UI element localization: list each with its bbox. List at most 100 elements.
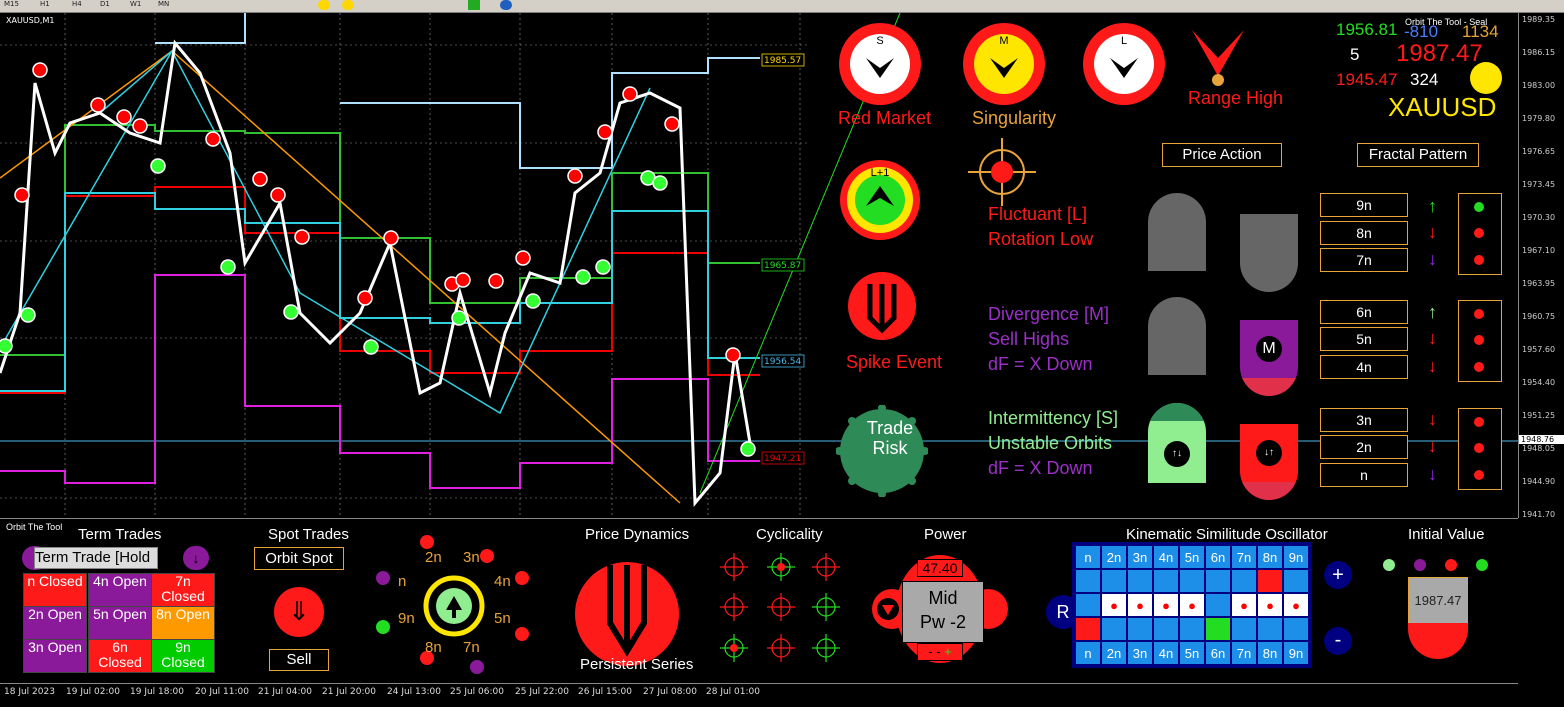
orbit-label: 5n [494,610,511,627]
time-tick: 27 Jul 08:00 [643,687,697,697]
kso-cell [1074,616,1102,642]
term-cell[interactable]: 7n Closed [151,573,215,607]
singularity-label: Singularity [972,108,1057,128]
timeframe-w1-button[interactable]: W1 [130,0,141,10]
arrow-down-icon: ↓ [1428,356,1437,376]
kso-footer-cell: n [1074,640,1102,666]
price-tick: 1941.70 [1522,510,1556,519]
kso-cell [1074,568,1102,594]
arrow-up-icon: ↑ [1428,302,1437,322]
price-tick: 1954.40 [1522,378,1556,387]
zoom-out-icon[interactable] [342,0,354,10]
kso-cell [1126,616,1154,642]
group-line: Divergence [M] [988,304,1110,324]
price-envelope-line [0,39,752,507]
time-tick: 19 Jul 18:00 [130,687,184,697]
hud-value-5: 1945.47 [1336,70,1398,89]
price-dynamics-title: Price Dynamics [585,526,690,543]
arrow-down-icon: ↓ [1428,464,1437,484]
intermittency-group: Intermittency [S] Unstable Orbits dF = X… [988,406,1118,481]
power-title: Power [924,526,967,543]
timeframe-m15-button[interactable]: M15 [4,0,19,10]
timeframe-h1-button[interactable]: H1 [40,0,50,10]
power-adjust-icon[interactable]: - - + [917,643,963,661]
hud-value-1: 1956.81 [1336,20,1398,39]
term-cell[interactable]: 6n Closed [88,639,152,673]
cyclicality-title: Cyclicality [756,526,823,543]
timeframe-mn-button[interactable]: MN [158,0,169,10]
hud-value-6: 324 [1410,70,1439,89]
orbit-dial [376,535,529,674]
kso-cell [1152,616,1180,642]
orbit-label: 7n [463,639,480,656]
timeframe-h4-button[interactable]: H4 [72,0,82,10]
arrow-down-icon: ↓ [1428,328,1437,348]
clock-icon[interactable] [500,0,512,10]
fluctuant-group: Fluctuant [L] Rotation Low [988,202,1093,252]
term-cell[interactable]: 4n Open [88,573,152,607]
orbit-label: 3n [463,549,480,566]
kso-minus-button[interactable]: - [1324,627,1352,655]
term-trade-hold-button[interactable]: Term Trade [Hold [34,547,158,569]
power-value: 47.40 [917,559,963,577]
group-line: dF = X Down [988,354,1093,374]
initial-value-box: 1987.47 [1408,577,1468,625]
indicator-panel: Orbit The Tool Term Trades Term Trade [H… [0,518,1518,684]
fractal-pattern-button[interactable]: Fractal Pattern [1357,143,1479,167]
orbit-label: 4n [494,573,511,590]
kso-dot-cell: ● [1126,592,1154,618]
term-cell[interactable]: 3n Open [23,639,87,673]
pa-shape-6: ↓↑ [1240,424,1298,500]
orbit-label: 2n [425,549,442,566]
iv-dot [1414,559,1426,571]
price-dynamics-icon [575,562,679,666]
add-indicator-icon[interactable] [468,0,480,10]
kso-cell [1282,568,1310,594]
kso-header-cell: 7n [1230,544,1258,570]
fractal-n-box: 3n [1320,408,1408,432]
term-cell[interactable]: 8n Open [151,606,215,640]
sell-button[interactable]: Sell [269,649,329,671]
kso-footer-cell: 2n [1100,640,1128,666]
pa-shape-5: ↑↓ [1148,403,1206,483]
term-cell[interactable]: 2n Open [23,606,87,640]
kso-footer-cell: 8n [1256,640,1284,666]
magenta-level-line [0,274,760,489]
zoom-in-icon[interactable] [318,0,330,10]
kso-dot-cell: ● [1152,592,1180,618]
kso-cell [1256,616,1284,642]
price-action-button[interactable]: Price Action [1162,143,1282,167]
pa-shape-1 [1148,193,1206,271]
term-cell[interactable]: 5n Open [88,606,152,640]
orbit-label: n [398,573,407,590]
pa-shape-2 [1240,214,1298,292]
kso-footer-cell: 4n [1152,640,1180,666]
red-market-label: Red Market [838,108,932,128]
price-tick: 1963.95 [1522,279,1556,288]
current-price-tag: 1948.76 [1519,435,1564,444]
group-line: Intermittency [S] [988,408,1119,428]
time-tick: 20 Jul 11:00 [195,687,249,697]
group-line: Fluctuant [L] [988,204,1088,224]
kso-footer-cell: 7n [1230,640,1258,666]
kso-plus-button[interactable]: + [1324,561,1352,589]
kso-cell [1152,568,1180,594]
kso-cell [1230,616,1258,642]
term-cell[interactable]: n Closed [23,573,87,607]
term-cell[interactable]: 9n Closed [151,639,215,673]
time-tick: 25 Jul 22:00 [515,687,569,697]
fractal-n-box: 7n [1320,248,1408,272]
lightblue-level-line [155,13,760,169]
trade-risk-label: Trade Risk [866,418,914,458]
kso-header-cell: 8n [1256,544,1284,570]
orbit-spot-button[interactable]: Orbit Spot [254,547,344,570]
cyan-level-line [0,192,760,392]
green-signal-markers [0,158,756,457]
timeframe-d1-button[interactable]: D1 [100,0,110,10]
arrow-down-icon: ↓ [1428,409,1437,429]
term-trades-title: Term Trades [78,526,162,543]
group-line: Sell Highs [988,329,1070,349]
orbit-label: 9n [398,610,415,627]
price-tick: 1983.00 [1522,81,1556,90]
level-label-3: 1956.54 [764,357,801,367]
